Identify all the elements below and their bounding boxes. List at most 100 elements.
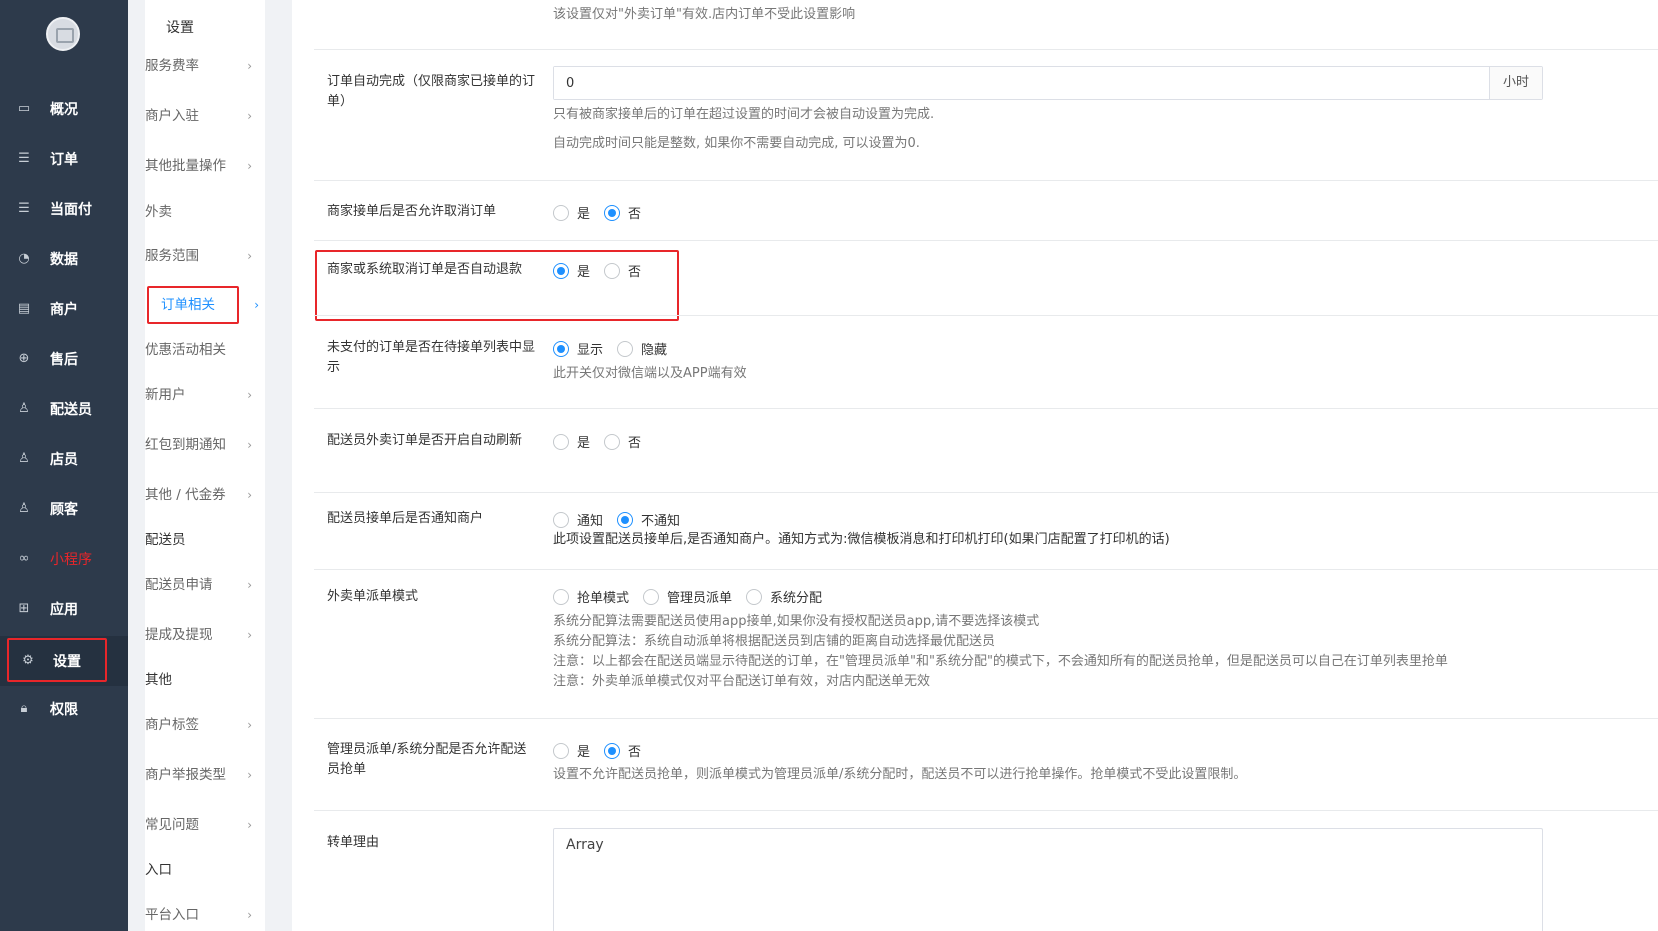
submenu-item-merchant-tags[interactable]: 商户标签 ›: [145, 713, 260, 737]
auto-complete-hours-input[interactable]: [554, 67, 1489, 99]
dispatch-mode-hint-1: 系统分配算法需要配送员使用app接单,如果你没有授权配送员app,请不要选择该模…: [553, 614, 1040, 629]
submenu-item-service-area[interactable]: 服务范围 ›: [145, 244, 260, 268]
no-notify-merchant-radio[interactable]: 不通知: [617, 510, 680, 529]
nav-item-face-pay[interactable]: ☰ 当面付: [0, 187, 128, 231]
nav-item-label: 应用: [50, 602, 78, 618]
dispatch-system-radio[interactable]: 系统分配: [746, 587, 822, 606]
unpaid-show-radio[interactable]: 显示: [553, 339, 603, 358]
dispatch-mode-radio-group: 抢单模式 管理员派单 系统分配: [553, 587, 836, 606]
submenu-item-commission[interactable]: 提成及提现 ›: [145, 623, 260, 647]
courier-refresh-no-radio[interactable]: 否: [604, 432, 641, 451]
nav-item-courier[interactable]: ♙ 配送员: [0, 387, 128, 431]
customer-icon: ♙: [18, 501, 30, 516]
allow-cancel-label: 商家接单后是否允许取消订单: [327, 204, 497, 219]
nav-item-orders[interactable]: ☰ 订单: [0, 137, 128, 181]
allow-cancel-radio-group: 是 否: [553, 203, 655, 222]
chevron-right-icon: ›: [247, 109, 252, 123]
gear-icon: ⚙: [22, 653, 34, 668]
submenu-item-label: 服务费率: [145, 58, 199, 74]
radio-label: 通知: [577, 514, 604, 529]
submenu-item-label: 其他 / 代金券: [145, 487, 226, 503]
nav-item-aftersale[interactable]: ⊕ 售后: [0, 337, 128, 381]
submenu-item-report-types[interactable]: 商户举报类型 ›: [145, 763, 260, 787]
admin-grab-no-radio[interactable]: 否: [604, 741, 641, 760]
submenu-item-promotions[interactable]: 优惠活动相关: [145, 338, 260, 362]
submenu-item-label: 外卖: [145, 204, 172, 220]
dispatch-mode-hint-3: 注意：以上都会在配送员端显示待配送的订单，在"管理员派单"和"系统分配"的模式下…: [553, 654, 1448, 669]
submenu-item-redpacket-notify[interactable]: 红包到期通知 ›: [145, 433, 260, 457]
nav-item-merchant[interactable]: ▤ 商户: [0, 287, 128, 331]
nav-item-settings[interactable]: ⚙ 设置: [0, 636, 128, 686]
auto-refund-no-radio[interactable]: 否: [604, 261, 641, 280]
nav-item-label: 店员: [50, 452, 78, 468]
logo-avatar[interactable]: [46, 17, 80, 51]
dispatch-admin-radio[interactable]: 管理员派单: [643, 587, 732, 606]
radio-circle: [553, 433, 569, 450]
auto-complete-hint-2: 自动完成时间只能是整数, 如果你不需要自动完成, 可以设置为0.: [553, 136, 920, 151]
submenu-item-faq[interactable]: 常见问题 ›: [145, 813, 260, 837]
allow-cancel-yes-radio[interactable]: 是: [553, 203, 590, 222]
auto-refund-label: 商家或系统取消订单是否自动退款: [327, 262, 523, 277]
submenu-item-batch-ops[interactable]: 其他批量操作 ›: [145, 154, 260, 178]
courier-refresh-radio-group: 是 否: [553, 432, 655, 451]
notify-merchant-radio[interactable]: 通知: [553, 510, 603, 529]
submenu-item-platform-entry[interactable]: 平台入口 ›: [145, 903, 260, 927]
admin-grab-yes-radio[interactable]: 是: [553, 741, 590, 760]
radio-circle: [617, 340, 634, 357]
nav-item-label: 当面付: [50, 202, 92, 218]
hours-unit-addon: 小时: [1489, 67, 1542, 99]
radio-circle: [604, 204, 621, 221]
courier-refresh-label: 配送员外卖订单是否开启自动刷新: [327, 433, 523, 448]
allow-cancel-no-radio[interactable]: 否: [604, 203, 641, 222]
submenu-item-merchant-join[interactable]: 商户入驻 ›: [145, 104, 260, 128]
nav-item-overview[interactable]: ▭ 概况: [0, 87, 128, 131]
submenu-item-label: 平台入口: [145, 907, 199, 923]
submenu-item-new-user[interactable]: 新用户 ›: [145, 383, 260, 407]
chevron-right-icon: ›: [247, 249, 252, 263]
row-divider: [314, 180, 1658, 181]
dispatch-mode-label: 外卖单派单模式: [327, 589, 419, 604]
submenu-group-courier: 配送员: [145, 528, 260, 552]
row-divider: [314, 492, 1658, 493]
submenu-item-other-voucher[interactable]: 其他 / 代金券 ›: [145, 483, 260, 507]
submenu-item-label: 配送员申请: [145, 577, 213, 593]
nav-item-label: 权限: [50, 702, 78, 718]
unpaid-hide-radio[interactable]: 隐藏: [617, 339, 667, 358]
clerk-icon: ♙: [18, 451, 30, 466]
submenu-item-order-related[interactable]: 订单相关 ›: [161, 293, 259, 317]
aftersale-icon: ⊕: [18, 351, 30, 366]
admin-grab-radio-group: 是 否: [553, 741, 655, 760]
miniprogram-icon: ∞: [18, 551, 30, 566]
nav-item-clerk[interactable]: ♙ 店员: [0, 437, 128, 481]
chevron-right-icon: ›: [247, 488, 252, 502]
transfer-reason-textarea[interactable]: Array: [553, 828, 1543, 931]
auto-refund-radio-group: 是 否: [553, 261, 655, 280]
nav-item-miniprogram[interactable]: ∞ 小程序: [0, 537, 128, 581]
row-divider: [314, 49, 1658, 50]
submenu-group-takeout: 外卖: [145, 200, 260, 224]
radio-circle: [604, 433, 621, 450]
nav-item-customer[interactable]: ♙ 顾客: [0, 487, 128, 531]
submenu-item-label: 提成及提现: [145, 627, 213, 643]
nav-item-apps[interactable]: ⊞ 应用: [0, 587, 128, 631]
radio-label: 否: [628, 436, 642, 451]
nav-item-data[interactable]: ◔ 数据: [0, 237, 128, 281]
nav-item-label: 小程序: [50, 552, 92, 568]
radio-label: 显示: [577, 343, 604, 358]
submenu-item-label: 其他: [145, 672, 172, 688]
submenu-item-label: 商户入驻: [145, 108, 199, 124]
radio-circle: [617, 511, 634, 528]
dispatch-grab-radio[interactable]: 抢单模式: [553, 587, 629, 606]
auto-refund-yes-radio[interactable]: 是: [553, 261, 590, 280]
dispatch-mode-hint-2: 系统分配算法：系统自动派单将根据配送员到店铺的距离自动选择最优配送员: [553, 634, 996, 649]
courier-refresh-yes-radio[interactable]: 是: [553, 432, 590, 451]
nav-item-label: 设置: [53, 654, 81, 670]
radio-label: 隐藏: [641, 343, 668, 358]
nav-item-permissions[interactable]: 🔒︎ 权限: [0, 687, 128, 731]
admin-grab-label: 管理员派单/系统分配是否允许配送员抢单: [327, 742, 527, 777]
submenu-item-label: 商户标签: [145, 717, 199, 733]
submenu-item-courier-apply[interactable]: 配送员申请 ›: [145, 573, 260, 597]
submenu-item-service-rate[interactable]: 服务费率 ›: [145, 54, 260, 78]
unpaid-show-hint: 此开关仅对微信端以及APP端有效: [553, 366, 747, 381]
nav-item-label: 顾客: [50, 502, 78, 518]
